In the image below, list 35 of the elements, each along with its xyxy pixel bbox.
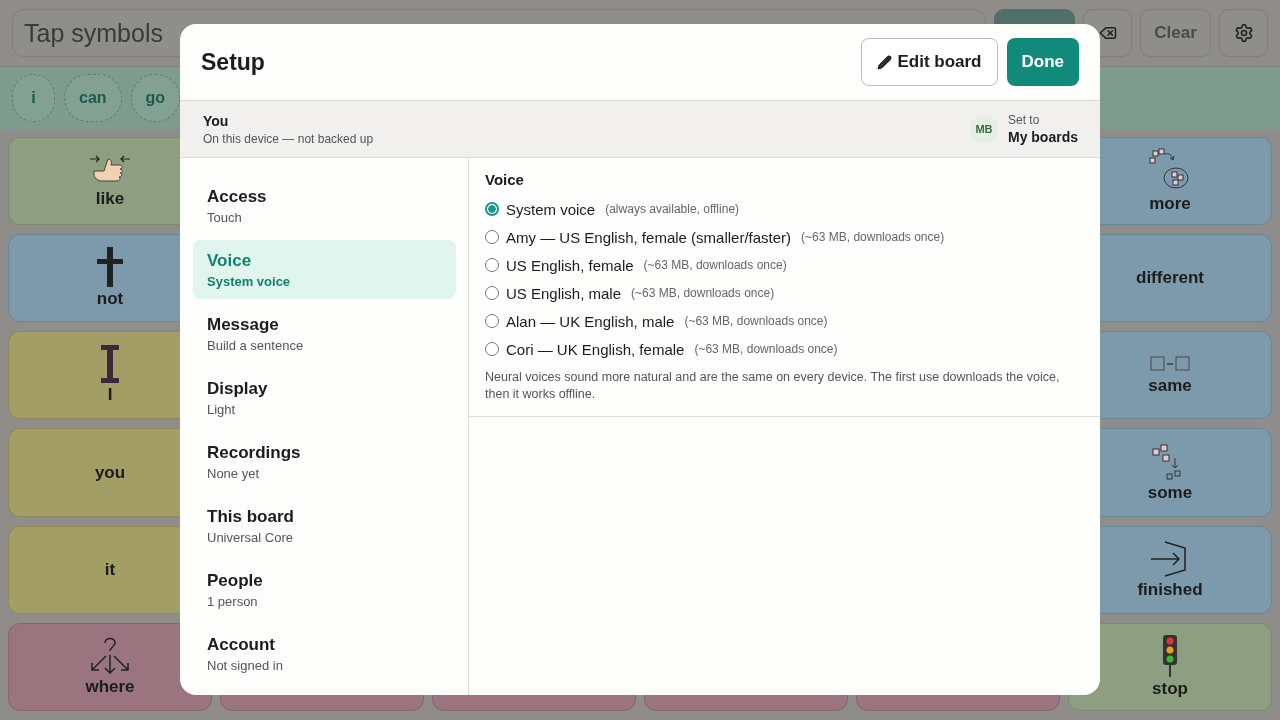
- traffic-light-icon: [1162, 634, 1178, 677]
- voice-hint: Neural voices sound more natural and are the same on every device. The first use downloads the voice, then it works offline.: [485, 369, 1061, 403]
- voice-name: Cori — UK English, female: [506, 340, 685, 358]
- voice-note: (~63 MB, downloads once): [643, 258, 787, 272]
- voice-name: US English, female: [506, 256, 634, 274]
- backspace-icon: [1098, 24, 1117, 42]
- radio-button[interactable]: [485, 230, 499, 244]
- voice-name: System voice: [506, 200, 596, 218]
- i-beam-icon: [99, 345, 121, 384]
- voice-name: Amy — US English, female (smaller/faster): [506, 228, 792, 246]
- edit-board-button[interactable]: Edit board: [861, 38, 998, 86]
- pencil-icon: [877, 54, 893, 70]
- voice-note: (~63 MB, downloads once): [631, 286, 775, 300]
- radio-button[interactable]: [485, 202, 499, 216]
- section-heading: Voice: [485, 171, 525, 188]
- voice-note: (always available, offline): [605, 202, 740, 216]
- voice-name: US English, male: [506, 284, 622, 302]
- dialog-title: Setup: [201, 48, 266, 76]
- directions-icon: [88, 636, 132, 675]
- cross-icon: [95, 247, 125, 288]
- radio-button[interactable]: [485, 314, 499, 328]
- radio-button[interactable]: [485, 258, 499, 272]
- set-to-label: Set to: [1008, 113, 1041, 127]
- voice-note: (~63 MB, downloads once): [801, 230, 945, 244]
- voice-name: Alan — UK English, male: [506, 312, 675, 330]
- voice-note: (~63 MB, downloads once): [694, 342, 838, 356]
- profile-name: You: [203, 112, 230, 129]
- avatar: MB: [970, 115, 998, 143]
- settings-icon: [1233, 23, 1254, 43]
- voice-note: (~63 MB, downloads once): [684, 314, 828, 328]
- settings-nav-item[interactable]: Voice System voice: [193, 240, 456, 299]
- done-button[interactable]: Done: [1006, 38, 1079, 86]
- radio-button[interactable]: [485, 286, 499, 300]
- settings-button[interactable]: [1219, 9, 1268, 57]
- radio-button[interactable]: [485, 342, 499, 356]
